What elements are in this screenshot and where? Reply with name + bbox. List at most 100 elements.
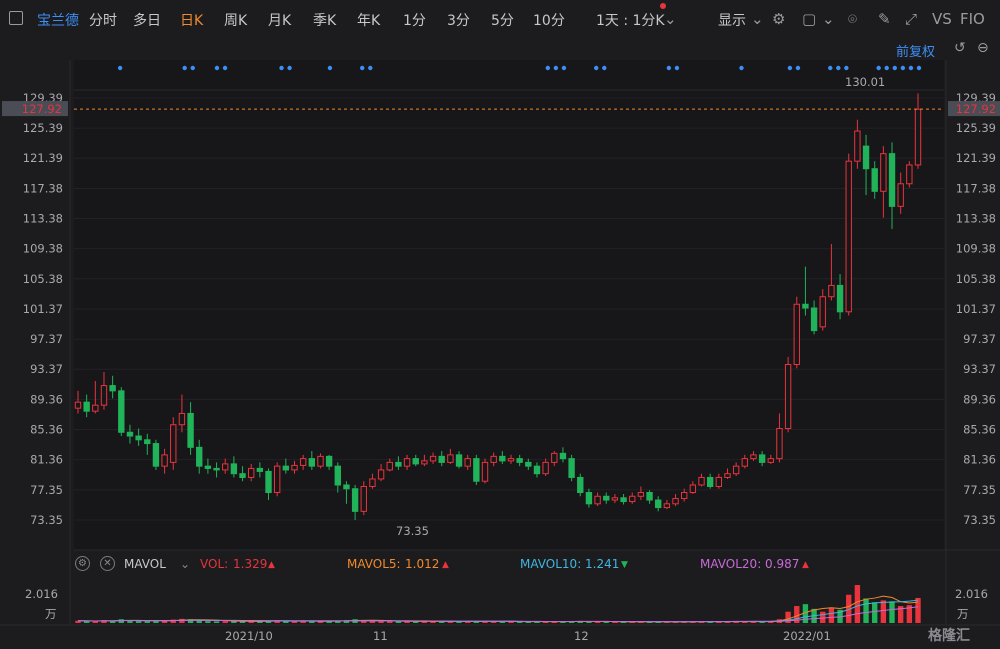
candle-down[interactable] (256, 467, 264, 472)
candle-down[interactable] (343, 484, 350, 490)
event-dot[interactable] (561, 65, 567, 71)
candle-up[interactable] (542, 461, 549, 475)
volume-bar[interactable] (135, 621, 142, 623)
event-dot[interactable] (222, 65, 228, 71)
candle-up[interactable] (663, 503, 671, 509)
candle-up[interactable] (854, 130, 861, 162)
candle-up[interactable] (629, 495, 636, 503)
candle-down[interactable] (568, 458, 575, 478)
event-dot[interactable] (602, 65, 607, 71)
candle-down[interactable] (802, 303, 809, 309)
event-dot[interactable] (844, 65, 849, 71)
candle-down[interactable] (603, 495, 610, 501)
candle-up[interactable] (793, 303, 800, 365)
event-dot[interactable] (117, 65, 123, 71)
candle-up[interactable] (490, 455, 497, 463)
volume-bar[interactable] (889, 601, 895, 623)
candle-up[interactable] (299, 458, 307, 466)
candle-up[interactable] (845, 160, 852, 313)
candle-up[interactable] (880, 153, 887, 192)
volume-bar[interactable] (387, 621, 393, 623)
event-dot[interactable] (795, 65, 801, 71)
event-dot[interactable] (739, 65, 744, 71)
candle-up[interactable] (672, 498, 679, 505)
candle-down[interactable] (135, 435, 142, 441)
candle-up[interactable] (750, 454, 757, 460)
candle-down[interactable] (187, 412, 194, 448)
candle-up[interactable] (360, 485, 367, 512)
event-dot[interactable] (594, 65, 599, 71)
candle-up[interactable] (776, 428, 783, 460)
candle-down[interactable] (810, 307, 818, 332)
candle-down[interactable] (438, 455, 445, 463)
indicator-name[interactable]: MAVOL (124, 557, 166, 571)
volume-bar[interactable] (863, 598, 869, 623)
candle-up[interactable] (100, 385, 108, 406)
candle-up[interactable] (161, 454, 168, 467)
candle-down[interactable] (559, 452, 567, 460)
candle-up[interactable] (819, 296, 826, 328)
candle-up[interactable] (741, 458, 748, 467)
volume-bars[interactable] (75, 585, 921, 623)
volume-bar[interactable] (92, 621, 99, 623)
volume-bar[interactable] (144, 621, 150, 623)
candle-down[interactable] (213, 467, 220, 471)
candle-down[interactable] (577, 476, 584, 494)
event-dot[interactable] (287, 65, 292, 71)
candle-down[interactable] (265, 470, 272, 494)
candle-up[interactable] (222, 463, 229, 471)
volume-bar[interactable] (222, 621, 228, 623)
candle-up[interactable] (377, 469, 385, 480)
event-dot[interactable] (916, 65, 922, 71)
volume-bar[interactable] (205, 621, 211, 623)
candle-down[interactable] (888, 153, 896, 207)
candle-down[interactable] (862, 145, 870, 170)
candle-up[interactable] (248, 467, 255, 478)
candle-up[interactable] (689, 484, 697, 494)
close-icon[interactable]: ✕ (100, 556, 115, 571)
candle-up[interactable] (715, 476, 723, 487)
candle-down[interactable] (533, 465, 541, 475)
event-dot[interactable] (214, 65, 220, 71)
candle-down[interactable] (109, 385, 116, 392)
candle-down[interactable] (516, 458, 523, 463)
event-dot[interactable] (900, 65, 906, 71)
candle-down[interactable] (646, 492, 653, 501)
volume-bar[interactable] (213, 621, 220, 623)
candle-down[interactable] (308, 458, 315, 467)
event-dot[interactable] (553, 65, 559, 71)
candle-up[interactable] (551, 452, 558, 463)
candle-down[interactable] (351, 488, 359, 512)
candle-down[interactable] (334, 465, 341, 486)
candle-up[interactable] (481, 461, 489, 482)
candle-up[interactable] (291, 464, 298, 471)
indicator-chevron-icon[interactable]: ⌄ (180, 557, 190, 571)
candle-down[interactable] (325, 455, 333, 467)
candle-down[interactable] (585, 492, 593, 505)
candle-down[interactable] (126, 431, 134, 437)
candle-down[interactable] (83, 401, 90, 412)
candle-up[interactable] (507, 458, 515, 462)
candle-up[interactable] (92, 404, 99, 412)
candle-down[interactable] (196, 446, 203, 467)
candle-down[interactable] (204, 465, 212, 469)
event-dot[interactable] (666, 65, 672, 71)
candle-up[interactable] (698, 476, 705, 486)
candle-down[interactable] (144, 439, 151, 445)
candle-up[interactable] (906, 164, 913, 185)
candle-up[interactable] (897, 183, 904, 207)
volume-bar[interactable] (395, 621, 402, 623)
candle-up[interactable] (594, 495, 601, 505)
candle-down[interactable] (525, 461, 532, 467)
candle-down[interactable] (152, 443, 160, 467)
candle-up[interactable] (317, 455, 324, 467)
candle-up[interactable] (421, 460, 428, 465)
event-dot[interactable] (674, 65, 680, 71)
settings-icon[interactable]: ⚙ (75, 556, 90, 571)
candle-up[interactable] (386, 461, 393, 471)
candle-up[interactable] (681, 492, 688, 500)
candle-up[interactable] (403, 458, 411, 467)
candle-up[interactable] (914, 108, 922, 166)
candle-down[interactable] (118, 390, 125, 433)
candle-down[interactable] (282, 465, 290, 471)
